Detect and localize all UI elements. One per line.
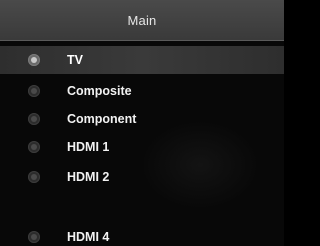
radio-icon (28, 171, 40, 183)
radio-icon (28, 231, 40, 243)
source-label: HDMI 4 (67, 230, 110, 244)
menu-header: Main (0, 0, 284, 41)
source-label: HDMI 1 (67, 140, 110, 154)
source-item-hdmi-4[interactable]: HDMI 4 (0, 223, 284, 246)
source-label: Composite (67, 84, 132, 98)
radio-icon (28, 113, 40, 125)
source-label: Component (67, 112, 137, 126)
radio-icon (28, 85, 40, 97)
source-item-hdmi-2[interactable]: HDMI 2 (0, 163, 284, 191)
source-item-component[interactable]: Component (0, 105, 284, 133)
source-item-tv[interactable]: TV (0, 46, 284, 74)
source-label: HDMI 2 (67, 170, 110, 184)
source-label: TV (67, 53, 83, 67)
radio-icon (28, 54, 40, 66)
source-item-composite[interactable]: Composite (0, 77, 284, 105)
menu-title: Main (127, 12, 157, 28)
input-source-menu: Main TV Composite Component HDMI 1 HDMI … (0, 0, 284, 246)
radio-icon (28, 141, 40, 153)
source-item-hdmi-1[interactable]: HDMI 1 (0, 133, 284, 161)
